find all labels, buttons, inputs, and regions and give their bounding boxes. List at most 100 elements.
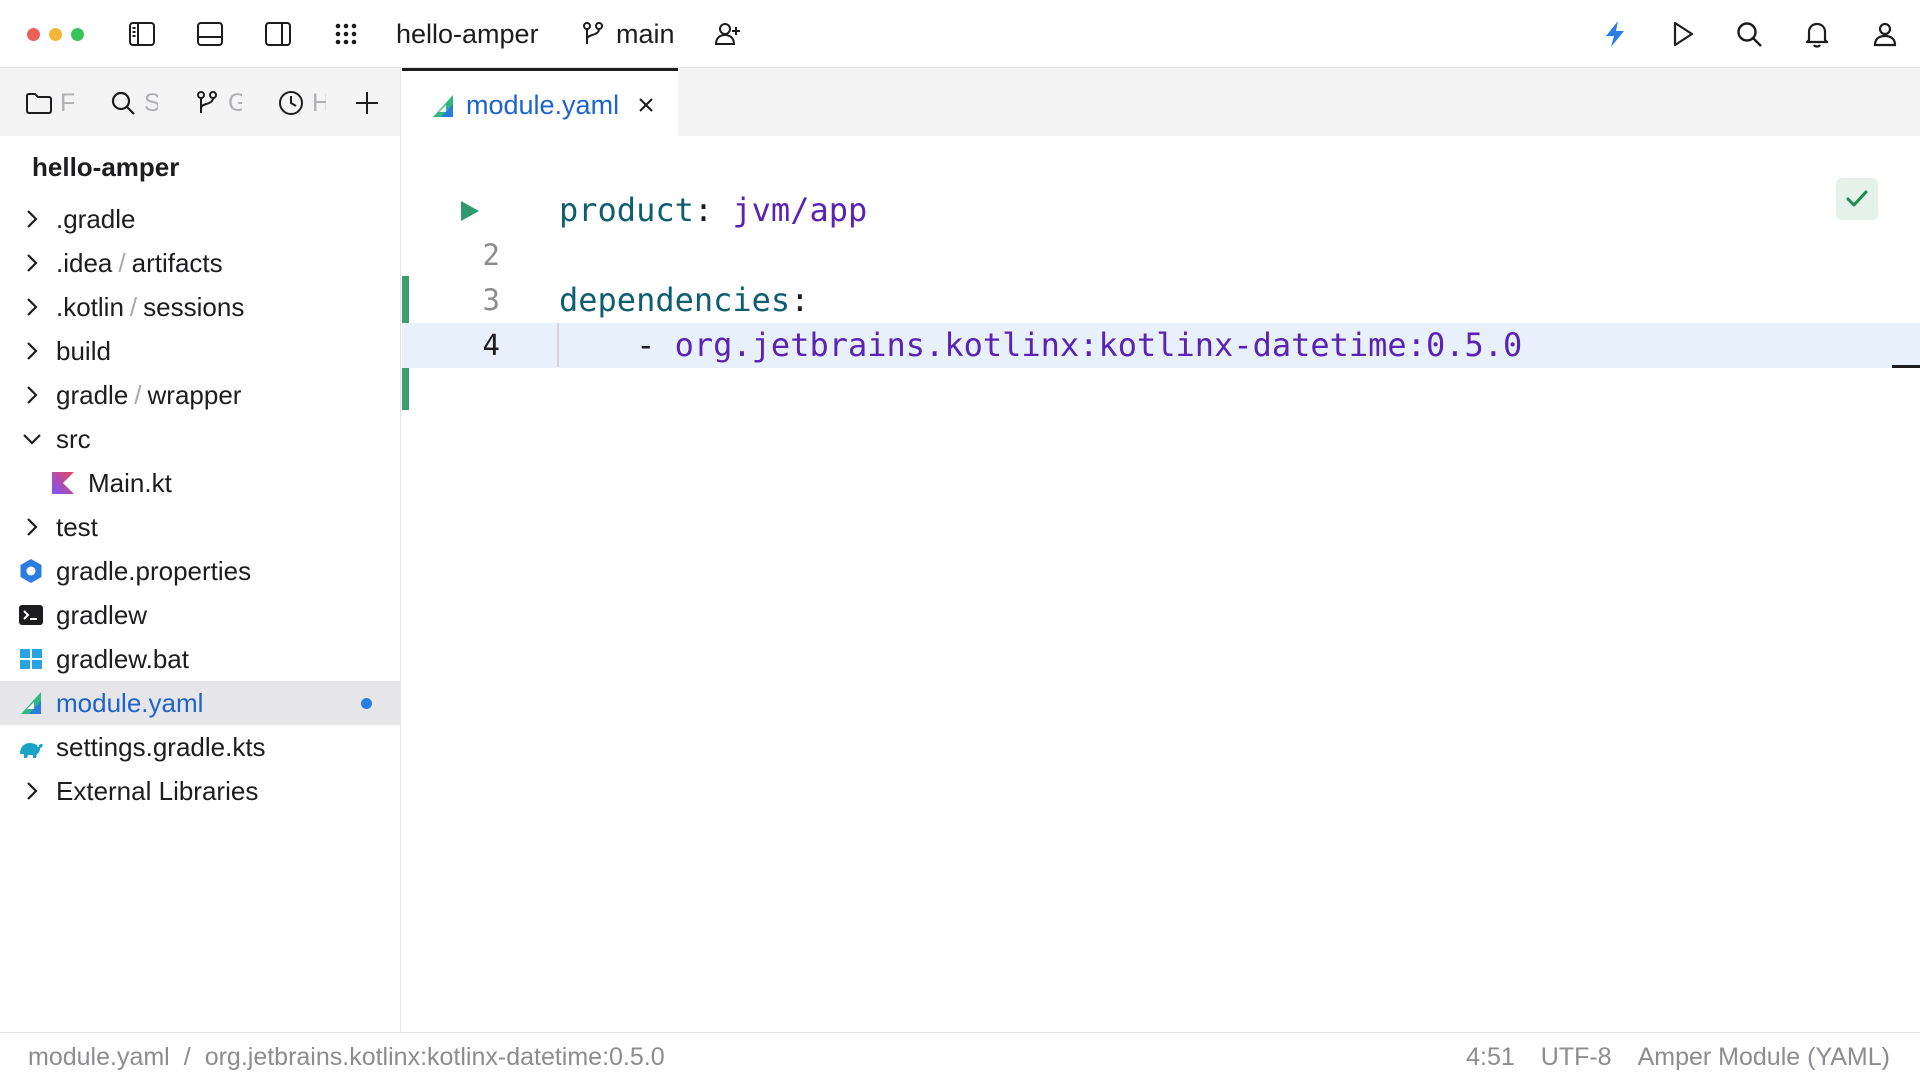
tree-item-label: External Libraries xyxy=(56,776,259,806)
code-line[interactable]: product: jvm/app xyxy=(402,188,1920,233)
chevron-right-icon xyxy=(27,518,38,536)
tree-item-label: gradle.properties xyxy=(56,556,252,586)
clock-icon xyxy=(279,91,303,115)
tree-item-gradlew-bat[interactable]: gradlew.bat xyxy=(0,637,400,681)
tab-files[interactable]: F xyxy=(24,85,74,121)
code-line-1[interactable] xyxy=(402,136,1920,181)
tree-item-gradle-properties[interactable]: gradle.properties xyxy=(0,549,400,593)
properties-icon xyxy=(20,559,42,583)
branch-name[interactable]: main xyxy=(616,17,675,51)
notifications-bell-icon[interactable] xyxy=(1799,16,1835,52)
tree-item-label: gradlew xyxy=(56,600,148,630)
tree-item-gradle-dir[interactable]: .gradle xyxy=(0,197,400,241)
close-window-button[interactable] xyxy=(27,28,40,41)
line-number: 2 xyxy=(482,238,500,272)
gradle-elephant-icon xyxy=(20,743,43,758)
file-encoding[interactable]: UTF-8 xyxy=(1541,1041,1612,1073)
caret-position[interactable]: 4:51 xyxy=(1466,1041,1515,1073)
tree-item-label: gradlew.bat xyxy=(56,644,189,674)
tree-item-build-dir[interactable]: build xyxy=(0,329,400,373)
tree-item-label: test xyxy=(56,512,98,542)
breadcrumb-file[interactable]: module.yaml xyxy=(28,1043,170,1071)
tree-item-gradle-wrapper-dir[interactable]: gradle / wrapper xyxy=(0,373,400,417)
terminal-icon xyxy=(19,605,43,625)
tab-search-label: S xyxy=(144,88,158,117)
breadcrumb-path[interactable]: org.jetbrains.kotlinx:kotlinx-datetime:0… xyxy=(205,1043,665,1071)
run-gutter-icon[interactable] xyxy=(457,199,481,223)
indent-guide xyxy=(557,323,559,367)
title-bar: hello-amper main xyxy=(0,0,1920,68)
file-type[interactable]: Amper Module (YAML) xyxy=(1638,1041,1890,1073)
status-bar: module.yaml / org.jetbrains.kotlinx:kotlin… xyxy=(0,1032,1920,1080)
chevron-right-icon xyxy=(27,210,38,228)
code-line-text: dependencies: xyxy=(559,281,810,319)
checkmark-icon xyxy=(1846,190,1868,207)
tree-item-module-yaml[interactable]: module.yaml xyxy=(0,681,400,725)
tree-item-external-libraries[interactable]: External Libraries xyxy=(0,769,400,813)
tree-item-test-dir[interactable]: test xyxy=(0,505,400,549)
status-breadcrumb: module.yaml / org.jetbrains.kotlinx:kotlin… xyxy=(28,1041,665,1073)
chevron-right-icon xyxy=(27,342,38,360)
tree-item-main-kt[interactable]: Main.kt xyxy=(0,461,400,505)
apps-grid-icon[interactable] xyxy=(328,16,364,52)
lightning-icon[interactable] xyxy=(1597,16,1633,52)
tree-item-src-dir[interactable]: src xyxy=(0,417,400,461)
tree-item-label: gradle / wrapper xyxy=(56,380,242,410)
left-sidebar-toggle-icon[interactable] xyxy=(124,16,160,52)
chevron-right-icon xyxy=(27,386,38,404)
tab-git-label: G xyxy=(228,88,242,117)
tab-search[interactable]: S xyxy=(108,85,158,121)
close-icon[interactable] xyxy=(636,95,656,115)
editor-pane: module.yaml product: jvm/app 2 3 depende… xyxy=(402,68,1920,1032)
tab-files-label: F xyxy=(60,88,74,117)
tab-history[interactable]: H xyxy=(276,85,326,121)
code-line[interactable]: 2 xyxy=(402,233,1920,278)
line-number: 4 xyxy=(482,328,500,362)
zoom-window-button[interactable] xyxy=(71,28,84,41)
inspection-status-badge[interactable] xyxy=(1836,178,1878,220)
tree-item-idea-dir[interactable]: .idea / artifacts xyxy=(0,241,400,285)
kotlin-icon xyxy=(52,472,74,494)
branch-icon xyxy=(197,91,217,113)
tree-item-settings-gradle-kts[interactable]: settings.gradle.kts xyxy=(0,725,400,769)
sidebar-tool-tabs: F S G H xyxy=(0,68,400,136)
tree-item-kotlin-dir[interactable]: .kotlin / sessions xyxy=(0,285,400,329)
minimize-window-button[interactable] xyxy=(49,28,62,41)
tab-git[interactable]: G xyxy=(192,85,242,121)
code-line-current[interactable]: 4 - org.jetbrains.kotlinx:kotlinx-dateti… xyxy=(402,323,1920,368)
tree-item-label: .gradle xyxy=(56,204,136,234)
bottom-panel-toggle-icon[interactable] xyxy=(192,16,228,52)
run-icon[interactable] xyxy=(1664,16,1700,52)
project-name[interactable]: hello-amper xyxy=(396,17,539,51)
tab-history-label: H xyxy=(312,88,326,117)
branch-icon[interactable] xyxy=(575,16,611,52)
right-sidebar-toggle-icon[interactable] xyxy=(260,16,296,52)
chevron-right-icon xyxy=(27,782,38,800)
search-icon[interactable] xyxy=(1731,16,1767,52)
tree-item-label: .idea / artifacts xyxy=(56,248,223,278)
tree-item-label: .kotlin / sessions xyxy=(56,292,245,322)
project-root-title[interactable]: hello-amper xyxy=(32,152,179,183)
chevron-right-icon xyxy=(27,298,38,316)
modified-indicator xyxy=(361,698,372,709)
scrollbar-caret-marker xyxy=(1892,365,1920,368)
tree-item-label: src xyxy=(56,424,91,454)
plus-icon xyxy=(356,92,378,114)
tree-item-gradlew[interactable]: gradlew xyxy=(0,593,400,637)
tab-label: module.yaml xyxy=(466,90,620,120)
status-right-group: 4:51 UTF-8 Amper Module (YAML) xyxy=(1466,1041,1890,1073)
code-editor[interactable]: product: jvm/app 2 3 dependencies: 4 - o… xyxy=(402,136,1920,1032)
add-tab-button[interactable] xyxy=(352,85,382,121)
code-line[interactable]: 3 dependencies: xyxy=(402,278,1920,323)
breadcrumb-separator: / xyxy=(183,1043,191,1071)
code-line-text: - org.jetbrains.kotlinx:kotlinx-datetime… xyxy=(559,326,1523,364)
tree-item-label: settings.gradle.kts xyxy=(56,732,266,762)
profile-icon[interactable] xyxy=(1867,16,1903,52)
tree-item-label: build xyxy=(56,336,111,366)
code-line-text: product: jvm/app xyxy=(559,191,868,229)
tree-item-label: module.yaml xyxy=(56,688,204,718)
folder-icon xyxy=(26,93,52,114)
windows-icon xyxy=(20,649,42,669)
tab-module-yaml[interactable]: module.yaml xyxy=(402,68,678,136)
add-user-icon[interactable] xyxy=(710,16,746,52)
